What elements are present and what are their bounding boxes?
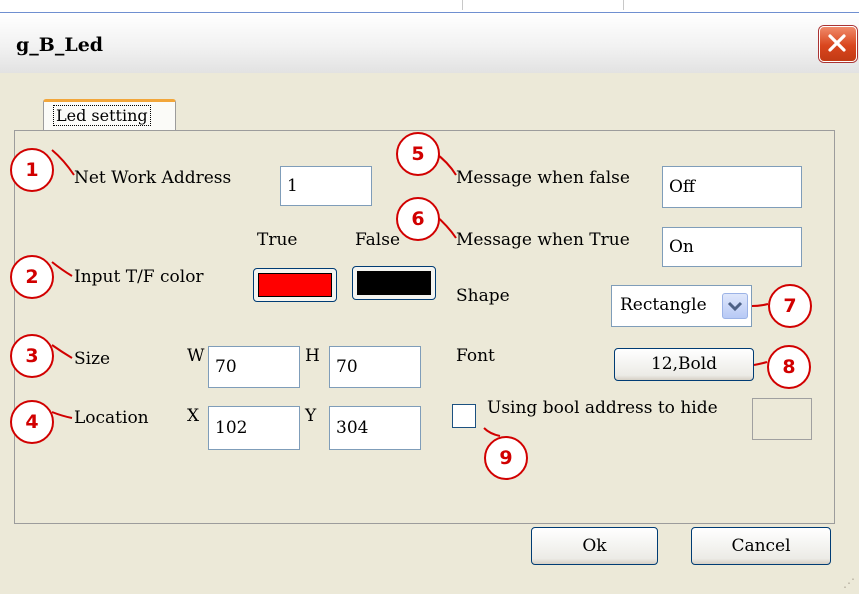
- ok-button[interactable]: Ok: [531, 527, 658, 565]
- height-label: H: [305, 346, 320, 366]
- tab-label: Led setting: [53, 105, 151, 126]
- annotation-marker-1: 1: [10, 148, 54, 192]
- x-input[interactable]: 102: [208, 406, 300, 450]
- hide-checkbox[interactable]: [452, 404, 476, 428]
- network-address-value: 1: [287, 176, 298, 196]
- width-input[interactable]: 70: [208, 346, 300, 388]
- annotation-marker-8: 8: [767, 345, 811, 389]
- annotation-marker-6: 6: [396, 197, 440, 241]
- title-bar: g_B_Led: [0, 13, 859, 73]
- location-label: Location: [74, 408, 149, 428]
- annotation-marker-4: 4: [10, 400, 54, 444]
- message-true-value: On: [669, 237, 694, 257]
- false-color-swatch: [357, 271, 431, 295]
- background-tab: [462, 0, 624, 10]
- false-color-header: False: [355, 230, 400, 250]
- message-false-label: Message when false: [456, 168, 630, 188]
- dropdown-arrow-button[interactable]: [722, 293, 748, 319]
- message-true-label: Message when True: [456, 230, 630, 250]
- annotation-marker-9: 9: [484, 436, 528, 480]
- false-color-button[interactable]: [352, 266, 436, 300]
- y-label: Y: [305, 406, 317, 426]
- annotation-marker-7: 7: [768, 284, 812, 328]
- message-false-value: Off: [669, 177, 696, 197]
- tab-led-setting[interactable]: Led setting: [43, 99, 176, 131]
- height-value: 70: [336, 357, 358, 377]
- shape-label: Shape: [456, 286, 510, 306]
- y-value: 304: [336, 418, 369, 438]
- resize-grip-icon[interactable]: ⋰: [843, 576, 855, 590]
- annotation-marker-3: 3: [10, 334, 54, 378]
- x-label: X: [187, 406, 200, 426]
- window-title: g_B_Led: [16, 34, 104, 56]
- input-color-label: Input T/F color: [74, 267, 204, 287]
- height-input[interactable]: 70: [329, 346, 421, 388]
- hide-address-field[interactable]: [752, 398, 812, 440]
- chevron-down-icon: [727, 301, 743, 312]
- annotation-marker-5: 5: [396, 132, 440, 176]
- true-color-button[interactable]: [253, 268, 337, 302]
- message-true-input[interactable]: On: [662, 227, 802, 267]
- font-label: Font: [456, 346, 495, 366]
- font-button[interactable]: 12,Bold: [614, 348, 754, 381]
- shape-value: Rectangle: [620, 295, 707, 315]
- close-button[interactable]: [819, 26, 857, 62]
- y-input[interactable]: 304: [329, 406, 421, 450]
- x-value: 102: [215, 418, 248, 438]
- cancel-button[interactable]: Cancel: [691, 527, 831, 565]
- size-label: Size: [74, 349, 111, 369]
- annotation-marker-2: 2: [10, 255, 54, 299]
- width-value: 70: [215, 357, 237, 377]
- width-label: W: [187, 346, 205, 366]
- network-address-input[interactable]: 1: [280, 166, 372, 206]
- shape-select[interactable]: Rectangle: [611, 285, 752, 327]
- true-color-swatch: [258, 273, 332, 297]
- close-icon: [828, 34, 846, 52]
- hide-label: Using bool address to hide: [487, 398, 718, 418]
- true-color-header: True: [257, 230, 298, 250]
- message-false-input[interactable]: Off: [662, 166, 802, 208]
- network-address-label: Net Work Address: [74, 168, 232, 188]
